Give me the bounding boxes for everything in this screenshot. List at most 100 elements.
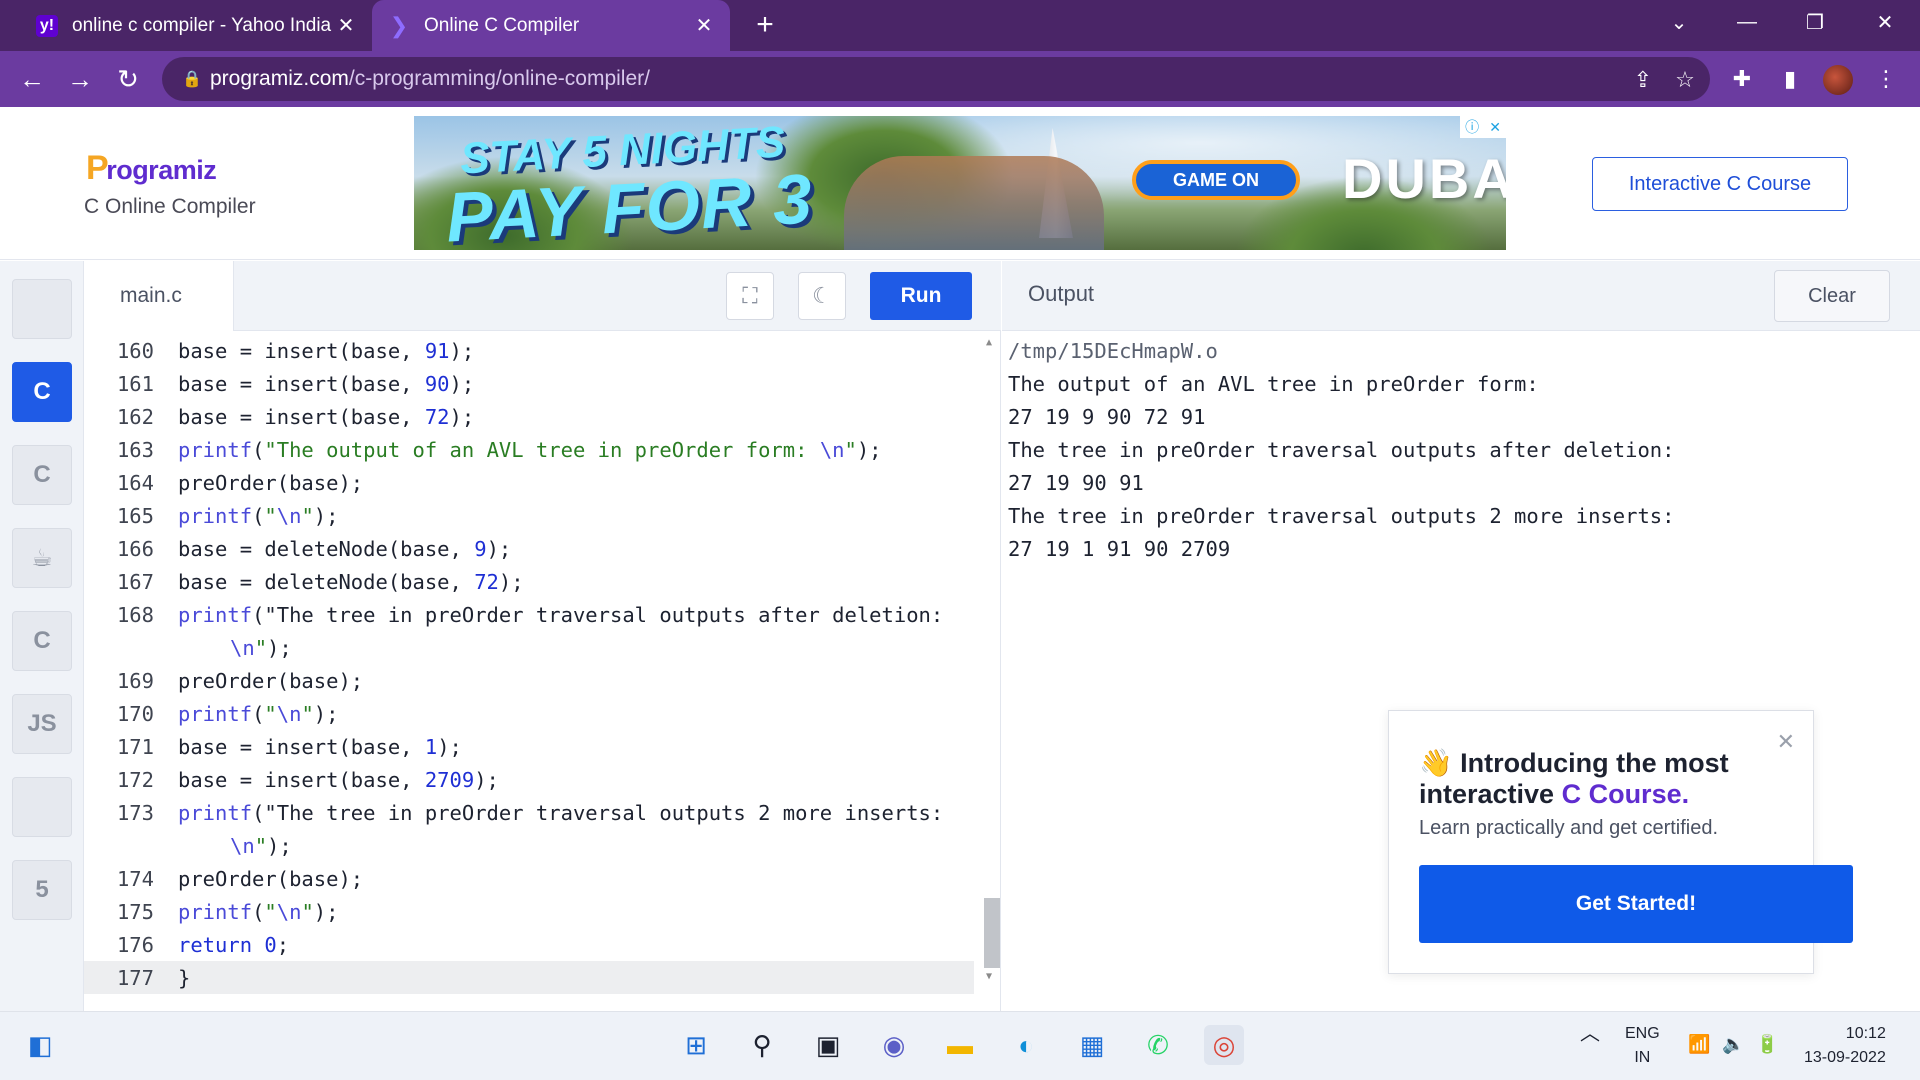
wifi-icon[interactable]: 📶 xyxy=(1688,1032,1710,1056)
code-line[interactable]: 166 base = deleteNode(base, 9); xyxy=(84,532,974,565)
code-line[interactable]: 165 printf("\n"); xyxy=(84,499,974,532)
code-line[interactable]: 170 printf("\n"); xyxy=(84,697,974,730)
line-number: 172 xyxy=(116,767,154,792)
interactive-course-button[interactable]: Interactive C Course xyxy=(1592,157,1848,211)
code-line[interactable]: \n"); xyxy=(84,631,974,664)
share-icon[interactable]: ⇪ xyxy=(1628,65,1658,95)
scroll-up-icon[interactable]: ▲ xyxy=(986,337,992,348)
html5-icon[interactable]: 5 xyxy=(12,860,72,920)
reload-icon[interactable]: ↻ xyxy=(110,61,146,97)
browser-tab-yahoo[interactable]: y! online c compiler - Yahoo India S ✕ xyxy=(20,0,372,51)
back-icon[interactable]: ← xyxy=(14,61,50,97)
get-started-button[interactable]: Get Started! xyxy=(1419,865,1853,943)
code-line[interactable]: 175 printf("\n"); xyxy=(84,895,974,928)
browser-tab-compiler[interactable]: ❯ Online C Compiler ✕ xyxy=(372,0,730,51)
profile-avatar[interactable] xyxy=(1823,65,1853,95)
run-button[interactable]: Run xyxy=(870,272,972,320)
battery-icon[interactable]: 🔋 xyxy=(1756,1032,1778,1056)
code-text: base = deleteNode(base, 72); xyxy=(178,569,524,594)
output-title: Output xyxy=(1028,281,1095,306)
code-line[interactable]: 163 printf("The output of an AVL tree in … xyxy=(84,433,974,466)
extensions-icon[interactable]: ✚ xyxy=(1724,61,1760,97)
fullscreen-icon[interactable]: ⛶ xyxy=(726,272,774,320)
start-icon[interactable]: ⊞ xyxy=(676,1025,716,1065)
file-explorer-icon[interactable]: ▬ xyxy=(940,1025,980,1065)
cpp-icon[interactable]: C xyxy=(12,445,72,505)
code-line[interactable]: 169 preOrder(base); xyxy=(84,664,974,697)
chrome-icon[interactable]: ◎ xyxy=(1204,1025,1244,1065)
close-icon[interactable]: ✕ xyxy=(1777,729,1795,755)
close-window-button[interactable]: ✕ xyxy=(1856,0,1914,44)
whatsapp-icon[interactable]: ✆ xyxy=(1138,1025,1178,1065)
dark-mode-icon[interactable]: ☾ xyxy=(798,272,846,320)
file-tab-main-c[interactable]: main.c xyxy=(84,261,234,331)
minimize-button[interactable]: — xyxy=(1718,0,1776,44)
code-line[interactable]: 171 base = insert(base, 1); xyxy=(84,730,974,763)
code-line[interactable]: 162 base = insert(base, 72); xyxy=(84,400,974,433)
sql-icon[interactable] xyxy=(12,777,72,837)
address-bar[interactable]: 🔒 programiz.com/c-programming/online-com… xyxy=(162,57,1710,101)
bookmark-star-icon[interactable]: ☆ xyxy=(1670,65,1700,95)
output-line: 27 19 90 91 xyxy=(1008,470,1144,495)
scroll-down-icon[interactable]: ▼ xyxy=(986,971,992,982)
clock[interactable]: 10:12 13-09-2022 xyxy=(1804,1022,1886,1070)
restore-button[interactable]: ❐ xyxy=(1786,0,1844,44)
menu-kebab-icon[interactable]: ⋮ xyxy=(1868,61,1904,97)
promo-description: Learn practically and get certified. xyxy=(1419,817,1719,839)
new-tab-button[interactable]: + xyxy=(748,8,782,42)
code-line[interactable]: 164 preOrder(base); xyxy=(84,466,974,499)
code-line[interactable]: 174 preOrder(base); xyxy=(84,862,974,895)
page-header: Programiz C Online Compiler STAY 5 NIGHT… xyxy=(0,107,1920,260)
language-indicator[interactable]: ENG IN xyxy=(1625,1022,1660,1070)
code-text: base = insert(base, 90); xyxy=(178,371,475,396)
java-icon[interactable]: ☕ xyxy=(12,528,72,588)
editor-scrollbar[interactable]: ▲ ▼ xyxy=(982,331,1000,991)
code-line[interactable]: 161 base = insert(base, 90); xyxy=(84,367,974,400)
close-tab-icon[interactable]: ✕ xyxy=(692,14,716,38)
code-editor[interactable]: ▲ ▼ 160 base = insert(base, 91); 161 base =… xyxy=(84,331,1001,1011)
volume-icon[interactable]: 🔈 xyxy=(1722,1032,1744,1056)
browser-tab-strip: y! online c compiler - Yahoo India S ✕ ❯… xyxy=(0,0,1920,51)
programiz-logo[interactable]: Programiz xyxy=(86,149,217,188)
code-text: printf("\n"); xyxy=(178,701,339,726)
task-view-icon[interactable]: ▣ xyxy=(808,1025,848,1065)
code-text: base = deleteNode(base, 9); xyxy=(178,536,512,561)
forward-icon[interactable]: → xyxy=(62,61,98,97)
teams-chat-icon[interactable]: ◉ xyxy=(874,1025,914,1065)
adchoices-icon[interactable]: ⓘ ✕ xyxy=(1460,116,1506,138)
edge-icon[interactable]: ◐ xyxy=(1006,1025,1046,1065)
code-line[interactable]: 177} xyxy=(84,961,974,994)
ad-game-on-button[interactable]: GAME ON xyxy=(1132,160,1300,200)
code-text: printf("The tree in preOrder traversal o… xyxy=(178,800,944,825)
close-tab-icon[interactable]: ✕ xyxy=(334,14,358,38)
advertisement-banner[interactable]: STAY 5 NIGHTS PAY FOR 3 GAME ON DUBAI ⓘ✕ xyxy=(414,116,1506,250)
page-subtitle: C Online Compiler xyxy=(84,195,256,218)
python-icon[interactable] xyxy=(12,279,72,339)
code-line[interactable]: 160 base = insert(base, 91); xyxy=(84,334,974,367)
code-line[interactable]: 176 return 0; xyxy=(84,928,974,961)
search-icon[interactable]: ⚲ xyxy=(742,1025,782,1065)
tab-title: Online C Compiler xyxy=(424,14,580,36)
store-icon[interactable]: ▦ xyxy=(1072,1025,1112,1065)
line-number: 176 xyxy=(116,932,154,957)
code-text: \n"); xyxy=(230,833,292,858)
side-panel-icon[interactable]: ▮ xyxy=(1772,61,1808,97)
code-line[interactable]: 173 printf("The tree in preOrder traversa… xyxy=(84,796,974,829)
clear-button[interactable]: Clear xyxy=(1774,270,1890,322)
code-text: } xyxy=(178,965,191,990)
promo-heading: 👋 Introducing the most xyxy=(1419,748,1729,778)
code-line[interactable]: 167 base = deleteNode(base, 72); xyxy=(84,565,974,598)
tab-search-icon[interactable]: ⌄ xyxy=(1650,0,1708,44)
c-icon[interactable]: C xyxy=(12,362,72,422)
url-text[interactable]: programiz.com/c-programming/online-compi… xyxy=(210,67,650,91)
csharp-icon[interactable]: C xyxy=(12,611,72,671)
code-line[interactable]: 168 printf("The tree in preOrder traversa… xyxy=(84,598,974,631)
scrollbar-thumb[interactable] xyxy=(984,898,1000,968)
widgets-icon[interactable]: ◧ xyxy=(20,1025,60,1065)
show-hidden-icons-icon[interactable]: ︿ xyxy=(1580,1022,1600,1046)
code-text: base = insert(base, 2709); xyxy=(178,767,499,792)
code-line[interactable]: \n"); xyxy=(84,829,974,862)
line-number: 173 xyxy=(116,800,154,825)
js-icon[interactable]: JS xyxy=(12,694,72,754)
code-line[interactable]: 172 base = insert(base, 2709); xyxy=(84,763,974,796)
